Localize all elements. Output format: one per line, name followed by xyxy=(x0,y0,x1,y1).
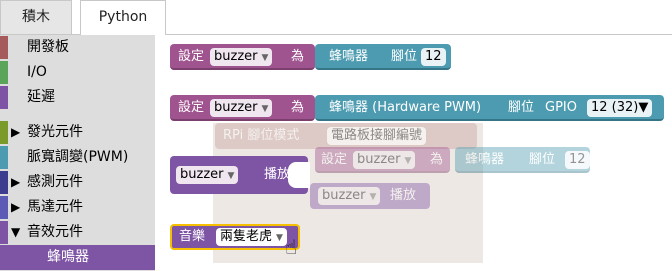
category-sound[interactable]: ▼ 音效元件 xyxy=(0,220,155,245)
category-swatch xyxy=(0,196,8,219)
category-light[interactable]: ▶ 發光元件 xyxy=(0,120,155,145)
category-label: I/O xyxy=(27,64,47,80)
ghost-set-label: 設定 xyxy=(321,152,348,167)
category-delay[interactable]: 延遲 xyxy=(0,85,155,110)
dropdown-arrow-icon: ▼ xyxy=(276,233,283,243)
ghost-pin-value: 12 xyxy=(565,151,590,169)
ghost-pin-mode-block: RPi 腳位模式 電路板接腳編號 xyxy=(215,123,477,149)
set-label: 設定 xyxy=(178,100,205,115)
song-dropdown[interactable]: 兩隻老虎 ▼ xyxy=(216,228,287,246)
ghost-play-label: 播放 xyxy=(390,188,417,203)
ghost-pin-label: 腳位 xyxy=(529,152,556,167)
var-dropdown[interactable]: buzzer ▼ xyxy=(210,48,273,66)
category-pwm[interactable]: 脈寬調變(PWM) xyxy=(0,145,155,170)
music-label: 音樂 xyxy=(179,229,206,244)
category-board[interactable]: 開發板 xyxy=(0,35,155,60)
category-label: 蜂鳴器 xyxy=(47,249,89,265)
dropdown-arrow-icon: ▼ xyxy=(638,100,649,115)
category-swatch xyxy=(0,146,8,169)
var-value: buzzer xyxy=(180,167,224,182)
category-label: 延遲 xyxy=(27,89,55,105)
as-label: 為 xyxy=(291,49,305,64)
var-value: buzzer xyxy=(214,100,258,115)
ghost-play-var-field: buzzer ▼ xyxy=(318,187,381,205)
category-swatch xyxy=(0,36,8,59)
category-label: 開發板 xyxy=(27,39,69,55)
ghost-pin-mode-field: 電路板接腳編號 xyxy=(327,127,427,145)
music-block[interactable]: 音樂 兩隻老虎 ▼ xyxy=(170,224,300,250)
as-label: 為 xyxy=(291,100,305,115)
category-label: 發光元件 xyxy=(27,124,83,140)
buzzer-pwm-device-block[interactable]: 蜂鳴器 (Hardware PWM) 腳位 GPIO 12 (32)▼ xyxy=(315,95,664,121)
category-io[interactable]: I/O xyxy=(0,60,155,85)
device-label: 蜂鳴器 xyxy=(329,49,369,64)
dropdown-arrow-icon: ▼ xyxy=(261,53,269,63)
input-slot xyxy=(288,162,310,188)
var-value: buzzer xyxy=(214,49,258,64)
pin-label: 腳位 xyxy=(508,100,535,115)
var-dropdown[interactable]: buzzer ▼ xyxy=(176,166,239,184)
ghost-set-block: 設定 buzzer ▼ 為 xyxy=(315,147,450,173)
ghost-pin-mode-title: RPi 腳位模式 xyxy=(223,128,300,143)
set-label: 設定 xyxy=(178,49,205,64)
ghost-as-label: 為 xyxy=(430,152,444,167)
category-label: 音效元件 xyxy=(27,224,83,240)
gpio-label: GPIO xyxy=(545,100,577,115)
ghost-device-label: 蜂鳴器 xyxy=(465,152,505,167)
dropdown-arrow-icon: ▼ xyxy=(404,156,412,166)
song-value: 兩隻老虎 xyxy=(220,229,273,244)
dropdown-arrow-icon: ▼ xyxy=(261,104,269,114)
tab-bar: 積木 Python xyxy=(0,0,672,35)
category-swatch xyxy=(0,121,8,144)
ghost-set-buzzer: 設定 buzzer ▼ 為 蜂鳴器 腳位 12 xyxy=(315,147,590,173)
workspace[interactable]: RPi 腳位模式 電路板接腳編號 設定 buzzer ▼ 為 蜂鳴器 腳位 12 … xyxy=(155,35,672,271)
category-label: 感測元件 xyxy=(27,174,83,190)
ghost-var-field: buzzer ▼ xyxy=(353,151,416,169)
tab-blocks[interactable]: 積木 xyxy=(0,0,72,34)
ghost-device-block: 蜂鳴器 腳位 12 xyxy=(455,147,590,173)
gpio-value: 12 (32) xyxy=(591,100,639,115)
dropdown-arrow-icon: ▼ xyxy=(369,192,377,202)
tab-python[interactable]: Python xyxy=(80,0,166,35)
set-buzzer-block[interactable]: 設定 buzzer ▼ 為 xyxy=(170,44,315,70)
category-label: 脈寬調變(PWM) xyxy=(27,149,129,165)
var-dropdown[interactable]: buzzer ▼ xyxy=(210,99,273,117)
device-label: 蜂鳴器 (Hardware PWM) xyxy=(329,100,482,115)
ghost-pin-mode: RPi 腳位模式 電路板接腳編號 xyxy=(215,123,477,149)
dropdown-arrow-icon: ▼ xyxy=(227,171,235,181)
category-swatch xyxy=(0,61,8,84)
ghost-play-block: buzzer ▼ 播放 xyxy=(310,183,430,209)
category-swatch xyxy=(0,171,8,194)
ghost-var-value: buzzer xyxy=(357,152,401,167)
toolbox: 開發板 I/O 延遲 ▶ 發光元件 脈寬調變(PWM) ▶ 感測元件 ▶ 馬達元… xyxy=(0,35,155,271)
play-label: 播放 xyxy=(264,167,291,182)
ghost-play-var-value: buzzer xyxy=(322,188,366,203)
collapse-arrow-icon[interactable]: ▼ xyxy=(11,220,20,245)
category-swatch xyxy=(0,86,8,109)
category-swatch xyxy=(0,221,8,244)
hand-cursor-icon: ☝ xyxy=(285,235,298,259)
category-motor[interactable]: ▶ 馬達元件 xyxy=(0,195,155,220)
pin-label: 腳位 xyxy=(391,49,418,64)
category-label: 馬達元件 xyxy=(27,199,83,215)
pin-value[interactable]: 12 xyxy=(421,48,446,66)
ghost-play: buzzer ▼ 播放 xyxy=(310,183,430,209)
expand-arrow-icon[interactable]: ▶ xyxy=(11,170,20,195)
expand-arrow-icon[interactable]: ▶ xyxy=(11,195,20,220)
category-sensor[interactable]: ▶ 感測元件 xyxy=(0,170,155,195)
set-buzzer-pwm-block[interactable]: 設定 buzzer ▼ 為 xyxy=(170,95,315,121)
category-buzzer[interactable]: 蜂鳴器 xyxy=(0,245,155,270)
buzzer-device-block[interactable]: 蜂鳴器 腳位 12 xyxy=(315,44,451,70)
expand-arrow-icon[interactable]: ▶ xyxy=(11,120,20,145)
gpio-dropdown[interactable]: 12 (32)▼ xyxy=(587,99,653,117)
